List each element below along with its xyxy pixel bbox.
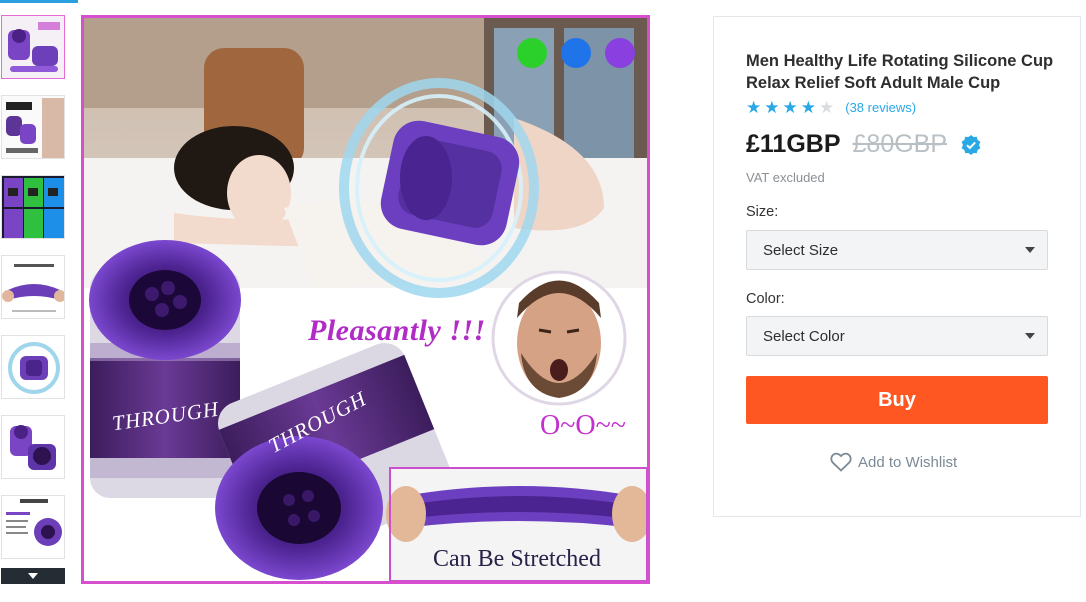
add-to-wishlist-button[interactable]: Add to Wishlist (830, 452, 957, 472)
size-select[interactable]: Select Size (746, 230, 1048, 270)
product-title: Men Healthy Life Rotating Silicone Cup R… (746, 52, 1054, 92)
star-icon: ★ (746, 98, 762, 117)
product-rating: ★ ★ ★ ★ ★ (38 reviews) (746, 99, 916, 116)
promo-text-pleasantly: Pleasantly !!! (308, 314, 486, 347)
color-label: Color: (746, 291, 785, 307)
product-info-panel: Men Healthy Life Rotating Silicone Cup R… (713, 16, 1081, 517)
reviews-link[interactable]: (38 reviews) (845, 100, 916, 115)
thumbnails-scroll-down-button[interactable] (1, 568, 65, 584)
color-select-value: Select Color (763, 327, 845, 345)
thumbnail-3[interactable] (1, 175, 65, 239)
active-tab-indicator (0, 0, 78, 3)
main-product-image[interactable]: Pleasantly !!! O~O~~ Can Be Stretched TH… (81, 15, 650, 584)
thumbnail-6[interactable] (1, 415, 65, 479)
star-icon: ★ (782, 98, 798, 117)
thumbnail-2[interactable] (1, 95, 65, 159)
caret-down-icon (1025, 247, 1035, 253)
current-price: £11GBP (746, 130, 841, 158)
thumbnail-5[interactable] (1, 335, 65, 399)
thumbnail-4[interactable] (1, 255, 65, 319)
wishlist-label: Add to Wishlist (858, 453, 958, 471)
star-icon: ★ (800, 98, 816, 117)
original-price: £80GBP (852, 130, 948, 158)
caret-down-icon (1025, 333, 1035, 339)
color-select[interactable]: Select Color (746, 316, 1048, 356)
star-empty-icon: ★ (819, 98, 835, 117)
promo-text-stretched: Can Be Stretched (433, 546, 601, 572)
size-label: Size: (746, 204, 779, 220)
product-page: Pleasantly !!! O~O~~ Can Be Stretched TH… (0, 0, 1086, 602)
thumbnail-7[interactable] (1, 495, 65, 559)
promo-text-oo: O~O~~ (540, 410, 626, 441)
verified-badge-icon (961, 134, 981, 155)
size-select-value: Select Size (763, 241, 839, 259)
heart-icon (830, 452, 852, 472)
price-row: £11GBP £80GBP (746, 130, 981, 159)
vat-note: VAT excluded (746, 170, 825, 185)
star-icon: ★ (764, 98, 780, 117)
buy-button[interactable]: Buy (746, 376, 1048, 424)
chevron-down-icon (28, 573, 38, 579)
thumbnail-1[interactable] (1, 15, 65, 79)
